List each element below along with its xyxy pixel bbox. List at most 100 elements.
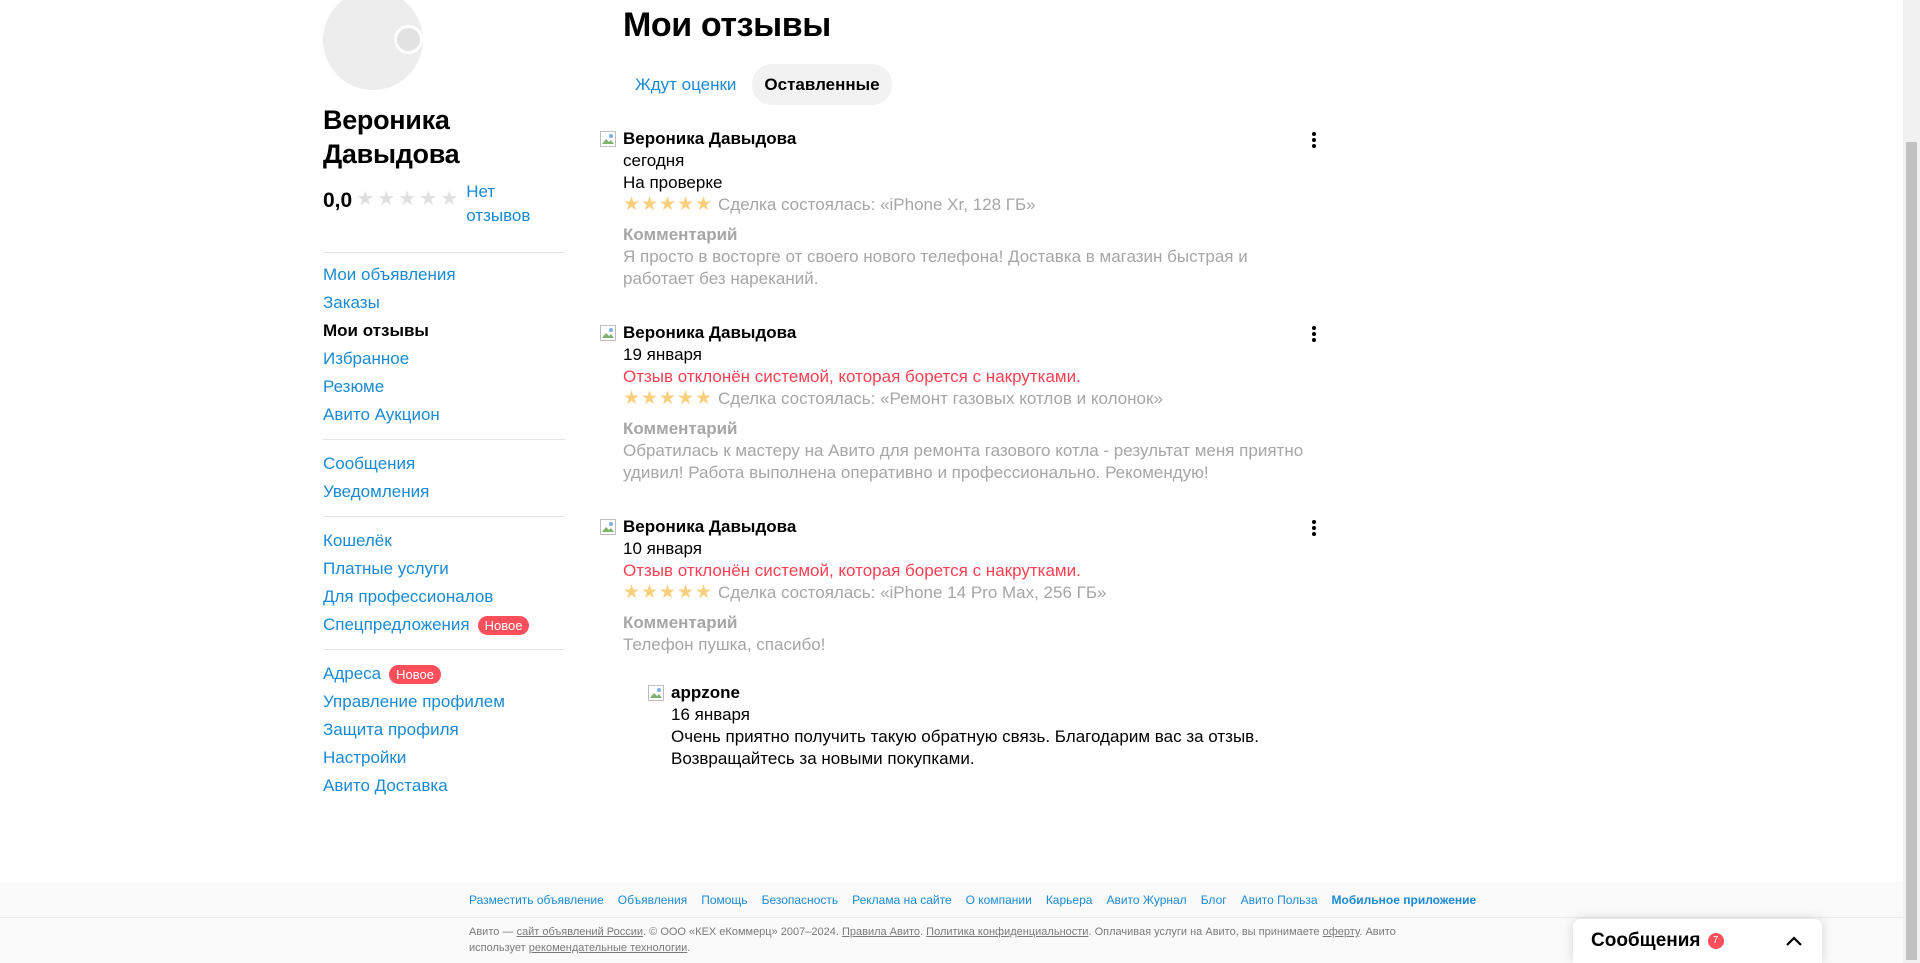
sidebar-item[interactable]: Мои отзывы <box>323 317 565 345</box>
sidebar-menu: Мои объявления Заказы Мои отзывы Избранное Р… <box>323 252 565 810</box>
review-deal: ★ ★ ★ ★ ★ Сделка состоялась: «iPhone 14 Pro M… <box>623 582 1313 604</box>
broken-image-icon <box>600 131 616 147</box>
review-date: 10 января <box>623 539 702 558</box>
new-badge: Новое <box>477 615 530 635</box>
footer-link[interactable]: Реклама на сайте <box>852 892 952 908</box>
footer-link[interactable]: О компании <box>966 892 1032 908</box>
sidebar-item[interactable]: Платные услуги <box>323 555 565 583</box>
star-icon: ★ <box>419 188 438 210</box>
star-icon: ★ <box>377 188 396 210</box>
chevron-up-icon[interactable] <box>1784 931 1804 951</box>
sidebar-item[interactable]: Авито Аукцион <box>323 401 565 429</box>
sidebar-item[interactable]: Адреса Новое <box>323 660 565 688</box>
review-stars: ★ ★ ★ ★ ★ <box>623 388 713 409</box>
review-stars: ★ ★ ★ ★ ★ <box>623 195 712 215</box>
sidebar-item[interactable]: Избранное <box>323 345 565 373</box>
review-stars: ★ ★ ★ ★ ★ <box>623 582 713 603</box>
sidebar-item-label: Кошелёк <box>323 531 392 550</box>
sidebar-item[interactable]: Спецпредложения Новое <box>323 611 565 639</box>
reply-text: Очень приятно получить такую обратную св… <box>671 727 1259 768</box>
sidebar-item[interactable]: Мои объявления <box>323 261 565 289</box>
online-status-dot <box>394 25 423 54</box>
new-badge: Новое <box>389 664 441 684</box>
review-deal-text: Сделка состоялась: «iPhone Xr, 128 ГБ» <box>718 195 1036 214</box>
sidebar-item-label: Мои отзывы <box>323 321 429 340</box>
sidebar-item[interactable]: Защита профиля <box>323 716 565 744</box>
footer-legal-link[interactable]: сайт объявлений России <box>516 926 643 938</box>
footer-legal-text: Авито — сайт объявлений России. © ООО «К… <box>469 924 1429 956</box>
review-author: Вероника Давыдова <box>623 129 797 148</box>
sidebar-menu-group: Мои объявления Заказы Мои отзывы Избранное Р… <box>323 252 565 439</box>
rating-row: 0,0 ★ ★ ★ ★ ★ Нет отзывов <box>323 180 563 228</box>
review-comment-title: Комментарий <box>623 419 738 438</box>
sidebar-item[interactable]: Авито Доставка <box>323 772 565 800</box>
sidebar-item[interactable]: Резюме <box>323 373 565 401</box>
messages-count-badge: 7 <box>1707 933 1724 949</box>
tab-left-reviews[interactable]: Оставленные <box>752 64 892 105</box>
review-author: Вероника Давыдова <box>623 323 797 342</box>
review-status: Отзыв отклонён системой, которая борется… <box>623 561 1081 580</box>
profile-name: Вероника Давыдова <box>323 105 460 169</box>
sidebar-item-label: Избранное <box>323 349 410 368</box>
footer-link[interactable]: Карьера <box>1046 892 1093 908</box>
review-status: На проверке <box>623 173 723 192</box>
footer-legal-text-part: . <box>687 942 691 954</box>
star-icon: ★ <box>695 388 713 409</box>
avatar[interactable] <box>323 0 423 90</box>
footer-legal-text-part: . © ООО «КЕХ еКоммерц» 2007–2024. <box>643 926 842 938</box>
star-icon: ★ <box>677 582 695 603</box>
footer-divider <box>0 917 1903 918</box>
sidebar-item[interactable]: Для профессионалов <box>323 583 565 611</box>
footer-legal-link[interactable]: оферту <box>1323 926 1360 938</box>
tab-awaiting-rating[interactable]: Ждут оценки <box>623 64 748 105</box>
star-icon: ★ <box>641 582 659 603</box>
sidebar-item[interactable]: Сообщения <box>323 450 565 478</box>
sidebar-item-label: Сообщения <box>323 454 416 473</box>
rating-stars: ★ ★ ★ ★ ★ <box>356 188 459 210</box>
more-vertical-icon[interactable] <box>1304 130 1324 150</box>
sidebar-item[interactable]: Уведомления <box>323 478 565 506</box>
star-icon: ★ <box>695 582 713 603</box>
page-title: Мои отзывы <box>623 6 831 44</box>
sidebar-item-label: Мои объявления <box>323 265 456 284</box>
sidebar-item-label: Авито Аукцион <box>323 405 440 424</box>
broken-image-icon <box>600 519 616 535</box>
footer-legal-link[interactable]: Политика конфиденциальности <box>926 926 1088 938</box>
sidebar-item[interactable]: Кошелёк <box>323 527 565 555</box>
star-icon: ★ <box>659 388 677 409</box>
reply-author: appzone <box>671 683 740 702</box>
page-scrollbar[interactable] <box>1903 0 1920 963</box>
footer-link[interactable]: Помощь <box>701 892 747 908</box>
sidebar-item[interactable]: Настройки <box>323 744 565 772</box>
star-icon: ★ <box>641 388 659 409</box>
footer-legal-link[interactable]: рекомендательные технологии <box>529 942 688 954</box>
footer-link[interactable]: Авито Журнал <box>1106 892 1186 908</box>
footer-link[interactable]: Разместить объявление <box>469 892 604 908</box>
more-vertical-icon[interactable] <box>1304 324 1324 344</box>
star-icon: ★ <box>440 188 459 210</box>
messages-widget-title: Сообщения <box>1591 930 1701 951</box>
footer-link[interactable]: Авито Польза <box>1241 892 1318 908</box>
sidebar-menu-group: Адреса Новое Управление профилем Защита про… <box>323 649 565 810</box>
footer-link[interactable]: Безопасность <box>762 892 839 908</box>
more-vertical-icon[interactable] <box>1304 518 1324 538</box>
footer-legal-text-part: . Оплачивая услуги на Авито, вы принимае… <box>1088 926 1323 938</box>
footer-link[interactable]: Блог <box>1201 892 1227 908</box>
sidebar-item-label: Адреса <box>323 664 382 683</box>
review-deal: ★ ★ ★ ★ ★ Сделка состоялась: «iPhone Xr, 128 … <box>623 194 1313 216</box>
messages-widget[interactable]: Сообщения 7 <box>1573 919 1822 963</box>
footer-link[interactable]: Объявления <box>618 892 687 908</box>
sidebar-item[interactable]: Управление профилем <box>323 688 565 716</box>
footer-link[interactable]: Мобильное приложение <box>1332 892 1477 908</box>
review-status: Отзыв отклонён системой, которая борется… <box>623 367 1081 386</box>
no-reviews-link[interactable]: Нет отзывов <box>466 180 546 228</box>
sidebar-item[interactable]: Заказы <box>323 289 565 317</box>
footer-legal-link[interactable]: Правила Авито <box>842 926 920 938</box>
review-date: 19 января <box>623 345 702 364</box>
sidebar-item-label: Настройки <box>323 748 407 767</box>
footer-legal-text-part: Авито — <box>469 926 517 938</box>
scrollbar-thumb[interactable] <box>1906 142 1917 960</box>
sidebar-item-label: Авито Доставка <box>323 776 448 795</box>
sidebar-item-label: Управление профилем <box>323 692 505 711</box>
star-icon: ★ <box>677 388 695 409</box>
